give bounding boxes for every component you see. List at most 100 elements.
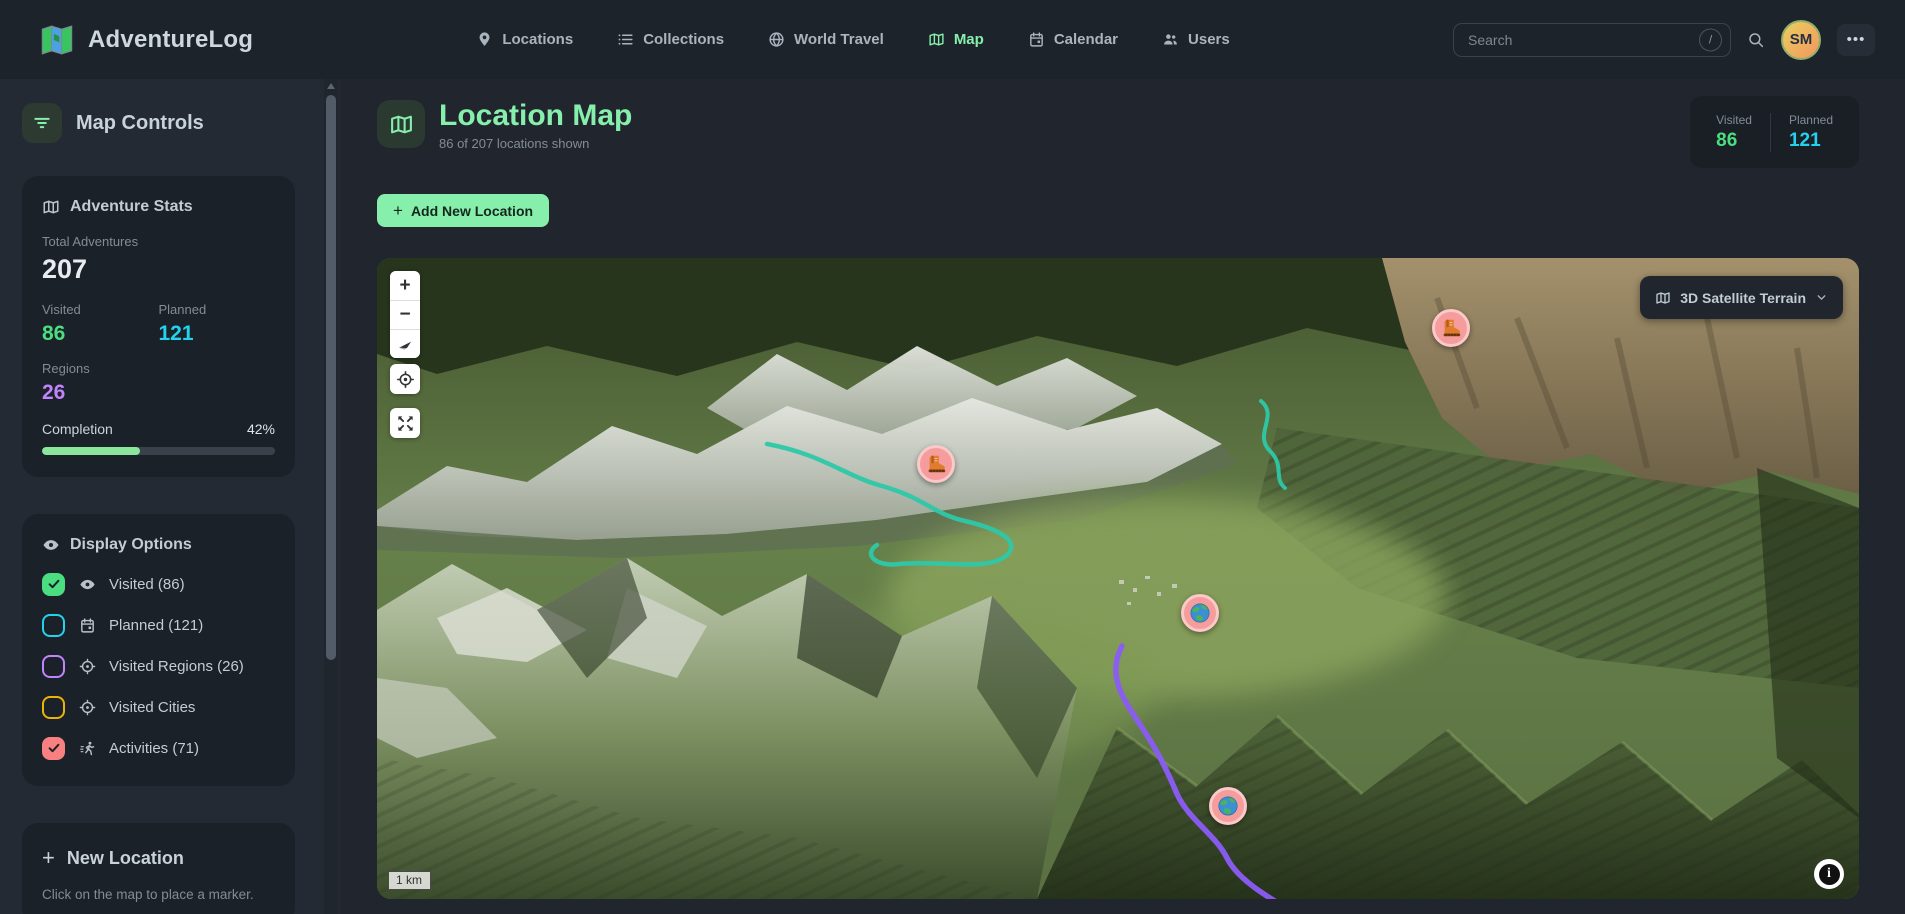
new-location-card: + New Location Click on the map to place… [22, 823, 295, 914]
nav-item-label: Map [954, 31, 984, 48]
nav-item-users[interactable]: Users [1162, 31, 1230, 48]
summary-planned-value: 121 [1789, 130, 1833, 152]
nav-item-locations[interactable]: Locations [476, 31, 573, 48]
display-options-card: Display Options Visited (86) Planned (12… [22, 514, 295, 786]
map-style-label: 3D Satellite Terrain [1680, 290, 1806, 306]
completion-label: Completion [42, 421, 113, 437]
adventure-stats-card: Adventure Stats Total Adventures 207 Vis… [22, 176, 295, 477]
globe-earth-icon [1217, 795, 1239, 817]
map-icon [1655, 290, 1671, 306]
avatar[interactable]: SM [1781, 20, 1821, 60]
search-input[interactable] [1453, 23, 1731, 57]
nav-item-map[interactable]: Map [928, 31, 984, 48]
fullscreen-button[interactable] [390, 408, 420, 438]
display-options-title: Display Options [70, 536, 192, 554]
geolocate-icon [396, 370, 415, 389]
geolocate-button[interactable] [390, 364, 420, 394]
navbar-right-cluster: / SM ••• [1453, 20, 1875, 60]
total-adventures-value: 207 [42, 254, 275, 285]
scrollbar-thumb[interactable] [326, 95, 336, 660]
completion-row: Completion 42% [42, 421, 275, 437]
globe-earth-icon [1189, 602, 1211, 624]
users-icon [1162, 31, 1179, 48]
summary-planned-label: Planned [1789, 113, 1833, 127]
add-new-location-button[interactable]: + Add New Location [377, 194, 549, 227]
filter-icon [32, 113, 52, 133]
list-icon [617, 31, 634, 48]
activities-checkbox[interactable] [42, 737, 65, 760]
calendar-icon [78, 616, 96, 634]
search-icon [1747, 31, 1765, 49]
zoom-out-button[interactable]: − [390, 300, 420, 329]
nav-item-collections[interactable]: Collections [617, 31, 724, 48]
eye-icon [42, 536, 60, 554]
option-label: Activities (71) [109, 740, 199, 757]
visited-regions-checkbox[interactable] [42, 655, 65, 678]
main-content: Location Map 86 of 207 locations shown V… [340, 79, 1905, 914]
crosshair-icon [78, 698, 96, 716]
new-location-header: + New Location [42, 845, 275, 871]
regions-label: Regions [42, 361, 159, 376]
page-title: Location Map [439, 100, 632, 132]
map-icon [928, 31, 945, 48]
app-brand[interactable]: AdventureLog [38, 23, 253, 57]
nav-item-calendar[interactable]: Calendar [1028, 31, 1118, 48]
page-icon-badge [377, 100, 425, 148]
page-subtitle: 86 of 207 locations shown [439, 136, 632, 151]
new-location-title: New Location [67, 848, 184, 869]
option-label: Visited Regions (26) [109, 658, 244, 675]
search-button[interactable] [1747, 31, 1765, 49]
visited-checkbox[interactable] [42, 573, 65, 596]
map-zoom-controls: + − [390, 271, 420, 358]
sidebar-scrollbar[interactable] [324, 79, 338, 914]
completion-progress-track [42, 447, 275, 455]
check-icon [47, 577, 61, 591]
map-marker-hiking-boot[interactable] [917, 445, 955, 483]
nav-item-world-travel[interactable]: World Travel [768, 31, 884, 48]
sidebar-header: Map Controls [22, 103, 340, 143]
planned-checkbox[interactable] [42, 614, 65, 637]
option-visited[interactable]: Visited (86) [42, 572, 275, 596]
display-options-header: Display Options [42, 536, 275, 554]
scrollbar-up-arrow-icon[interactable] [327, 83, 335, 89]
calendar-icon [1028, 31, 1045, 48]
map-marker-globe[interactable] [1181, 594, 1219, 632]
overflow-menu-button[interactable]: ••• [1837, 24, 1875, 56]
sidebar-title: Map Controls [76, 112, 204, 135]
main-navigation: Locations Collections World Travel Map C… [253, 31, 1453, 48]
visited-label: Visited [42, 302, 159, 317]
option-label: Planned (121) [109, 617, 203, 634]
option-planned[interactable]: Planned (121) [42, 613, 275, 637]
total-adventures-label: Total Adventures [42, 234, 275, 249]
map-style-selector[interactable]: 3D Satellite Terrain [1640, 276, 1843, 319]
map-canvas[interactable]: + − [377, 258, 1859, 899]
completion-percent: 42% [247, 421, 275, 437]
nav-item-label: World Travel [794, 31, 884, 48]
option-activities[interactable]: Activities (71) [42, 736, 275, 760]
adventure-stats-header: Adventure Stats [42, 198, 275, 216]
option-visited-regions[interactable]: Visited Regions (26) [42, 654, 275, 678]
summary-visited: Visited 86 [1698, 113, 1770, 152]
map-marker-globe[interactable] [1209, 787, 1247, 825]
attribution-button[interactable]: i [1814, 859, 1844, 889]
visited-stat: Visited 86 [42, 302, 159, 346]
summary-visited-value: 86 [1716, 130, 1752, 152]
zoom-in-button[interactable]: + [390, 271, 420, 300]
summary-planned: Planned 121 [1770, 113, 1851, 152]
plus-icon: + [393, 201, 403, 221]
top-navbar: AdventureLog Locations Collections World… [0, 0, 1905, 79]
option-visited-cities[interactable]: Visited Cities [42, 695, 275, 719]
planned-stat: Planned 121 [159, 302, 276, 346]
planned-label: Planned [159, 302, 276, 317]
app-title: AdventureLog [88, 26, 253, 54]
compass-button[interactable] [390, 329, 420, 358]
nav-item-label: Calendar [1054, 31, 1118, 48]
check-icon [47, 741, 61, 755]
regions-stat: Regions 26 [42, 361, 159, 405]
hiking-boot-icon [1440, 317, 1462, 339]
new-location-hint: Click on the map to place a marker. [42, 887, 275, 902]
nav-item-label: Locations [502, 31, 573, 48]
visited-cities-checkbox[interactable] [42, 696, 65, 719]
add-button-label: Add New Location [411, 203, 533, 219]
hiking-boot-icon [925, 453, 947, 475]
